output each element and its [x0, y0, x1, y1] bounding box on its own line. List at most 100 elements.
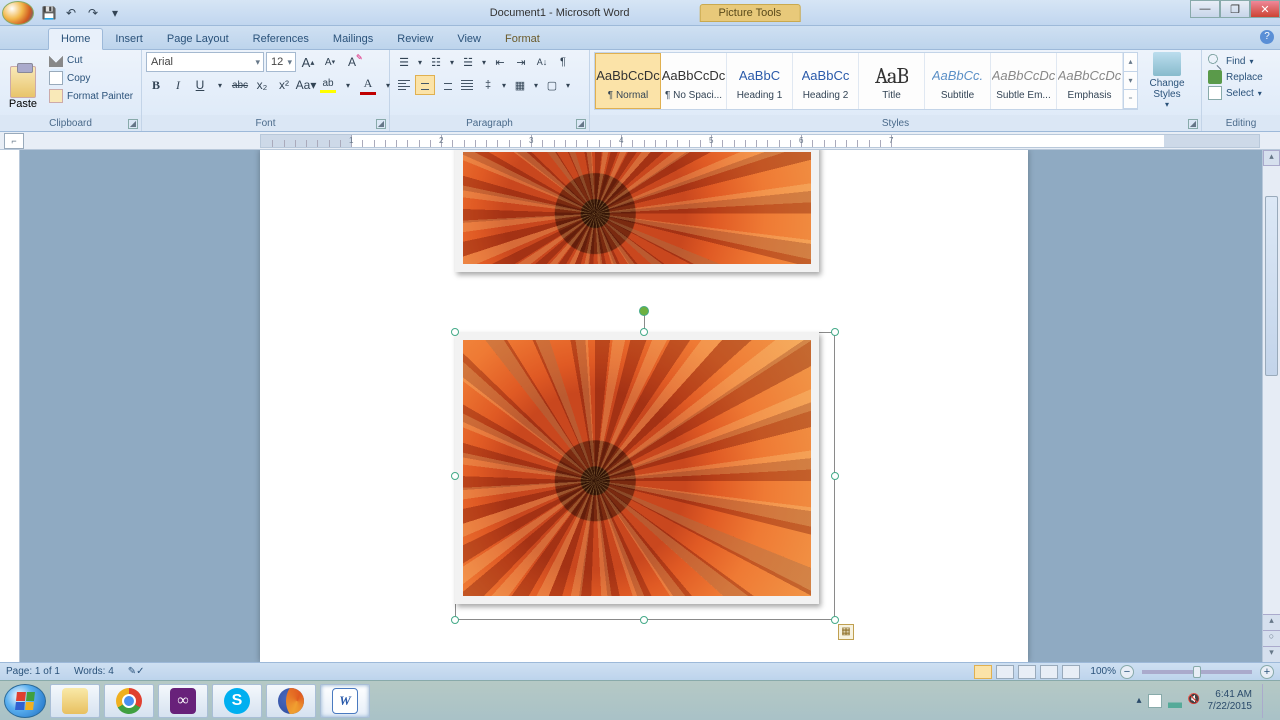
tab-insert[interactable]: Insert [103, 29, 155, 49]
clear-formatting-button[interactable]: A✎ [342, 52, 362, 72]
zoom-slider[interactable] [1142, 670, 1252, 674]
line-spacing-button[interactable]: ‡ [478, 75, 498, 95]
handle-e[interactable] [831, 472, 839, 480]
status-page[interactable]: Page: 1 of 1 [6, 666, 60, 677]
style-item-emphasis[interactable]: AaBbCcDcEmphasis [1057, 53, 1123, 109]
subscript-button[interactable]: x₂ [252, 75, 272, 95]
handle-n[interactable] [640, 328, 648, 336]
style-item-subtle-em-[interactable]: AaBbCcDcSubtle Em... [991, 53, 1057, 109]
align-left-button[interactable] [394, 75, 414, 95]
handle-w[interactable] [451, 472, 459, 480]
handle-ne[interactable] [831, 328, 839, 336]
font-color-button[interactable]: A [358, 75, 378, 95]
increase-indent-button[interactable]: ⇥ [511, 52, 531, 72]
vertical-scrollbar[interactable]: ▴ ▴ ○ ▾ [1262, 150, 1280, 662]
gallery-row-up[interactable]: ▴ [1124, 53, 1137, 72]
numbering-button[interactable]: ☷ [426, 52, 446, 72]
shading-menu[interactable]: ▾ [531, 75, 541, 95]
picture-2-selected[interactable] [455, 332, 819, 604]
borders-menu[interactable]: ▾ [563, 75, 573, 95]
highlight-color-menu[interactable]: ▾ [340, 75, 356, 95]
align-right-button[interactable] [436, 75, 456, 95]
tab-page-layout[interactable]: Page Layout [155, 29, 241, 49]
format-painter-button[interactable]: Format Painter [46, 88, 136, 104]
show-paragraph-marks-button[interactable]: ¶ [553, 52, 573, 72]
next-page-button[interactable]: ▾ [1263, 646, 1280, 662]
tab-selector[interactable]: ⌐ [4, 133, 24, 149]
underline-menu[interactable]: ▾ [212, 75, 228, 95]
tab-references[interactable]: References [241, 29, 321, 49]
change-case-button[interactable]: Aa▾ [296, 75, 316, 95]
scroll-track[interactable] [1263, 166, 1280, 614]
window-maximize-button[interactable]: ❐ [1220, 0, 1250, 18]
style-item-title[interactable]: AaBTitle [859, 53, 925, 109]
help-button[interactable]: ? [1260, 30, 1274, 44]
tray-action-center-icon[interactable] [1148, 694, 1162, 708]
tab-home[interactable]: Home [48, 28, 103, 50]
vertical-ruler[interactable] [0, 150, 20, 662]
scroll-up-arrow[interactable]: ▴ [1263, 150, 1280, 166]
change-styles-button[interactable]: Change Styles ▾ [1142, 52, 1192, 109]
numbering-menu[interactable]: ▾ [447, 52, 457, 72]
handle-s[interactable] [640, 616, 648, 624]
tab-format[interactable]: Format [493, 29, 552, 49]
font-dialog-launcher[interactable]: ◢ [376, 119, 386, 129]
taskbar-firefox[interactable] [266, 684, 316, 718]
zoom-out-button[interactable]: − [1120, 665, 1134, 679]
start-button[interactable] [4, 684, 46, 718]
style-item-heading-2[interactable]: AaBbCcHeading 2 [793, 53, 859, 109]
shading-button[interactable]: ▦ [510, 75, 530, 95]
qat-customize-icon[interactable]: ▾ [106, 4, 124, 22]
cut-button[interactable]: Cut [46, 52, 136, 68]
picture-1[interactable] [455, 150, 819, 272]
multilevel-list-button[interactable]: ☱ [458, 52, 478, 72]
view-web-layout[interactable] [1018, 665, 1036, 679]
page[interactable]: ▦ [260, 150, 1028, 662]
view-print-layout[interactable] [974, 665, 992, 679]
zoom-percent[interactable]: 100% [1090, 666, 1116, 677]
tray-volume-icon[interactable]: 🔇 [1188, 694, 1202, 708]
highlight-color-button[interactable]: ab [318, 75, 338, 95]
taskbar-word[interactable]: W [320, 684, 370, 718]
taskbar-skype[interactable]: S [212, 684, 262, 718]
replace-button[interactable]: Replace [1208, 70, 1263, 84]
multilevel-menu[interactable]: ▾ [479, 52, 489, 72]
tray-clock[interactable]: 6:41 AM 7/22/2015 [1208, 689, 1253, 713]
clipboard-dialog-launcher[interactable]: ◢ [128, 119, 138, 129]
paragraph-dialog-launcher[interactable]: ◢ [576, 119, 586, 129]
layout-options-smarttag[interactable]: ▦ [838, 624, 854, 640]
tray-show-hidden[interactable]: ▴ [1136, 695, 1141, 706]
tray-network-icon[interactable] [1168, 694, 1182, 708]
bold-button[interactable]: B [146, 75, 166, 95]
taskbar-chrome[interactable] [104, 684, 154, 718]
paste-button[interactable]: Paste [4, 52, 42, 112]
style-item--no-spaci-[interactable]: AaBbCcDc¶ No Spaci... [661, 53, 727, 109]
window-minimize-button[interactable]: — [1190, 0, 1220, 18]
tab-mailings[interactable]: Mailings [321, 29, 385, 49]
font-size-combo[interactable]: 12 [266, 52, 296, 72]
zoom-in-button[interactable]: + [1260, 665, 1274, 679]
style-item-heading-1[interactable]: AaBbCHeading 1 [727, 53, 793, 109]
status-proofing-icon[interactable]: ✎✓ [128, 666, 145, 677]
shrink-font-button[interactable]: A▾ [320, 52, 340, 72]
show-desktop-button[interactable] [1262, 684, 1272, 718]
align-center-button[interactable] [415, 75, 435, 95]
qat-redo-icon[interactable]: ↷ [84, 4, 102, 22]
line-spacing-menu[interactable]: ▾ [499, 75, 509, 95]
horizontal-ruler[interactable]: 1234567 [260, 134, 1260, 148]
superscript-button[interactable]: x² [274, 75, 294, 95]
decrease-indent-button[interactable]: ⇤ [490, 52, 510, 72]
strikethrough-button[interactable]: abc [230, 75, 250, 95]
view-outline[interactable] [1040, 665, 1058, 679]
style-item--normal[interactable]: AaBbCcDc¶ Normal [595, 53, 661, 109]
handle-se[interactable] [831, 616, 839, 624]
grow-font-button[interactable]: A▴ [298, 52, 318, 72]
status-words[interactable]: Words: 4 [74, 666, 114, 677]
zoom-slider-knob[interactable] [1193, 666, 1201, 678]
find-button[interactable]: Find▾ [1208, 54, 1253, 68]
bullets-menu[interactable]: ▾ [415, 52, 425, 72]
tab-review[interactable]: Review [385, 29, 445, 49]
view-draft[interactable] [1062, 665, 1080, 679]
font-name-combo[interactable]: Arial [146, 52, 264, 72]
taskbar-visualstudio[interactable]: ∞ [158, 684, 208, 718]
